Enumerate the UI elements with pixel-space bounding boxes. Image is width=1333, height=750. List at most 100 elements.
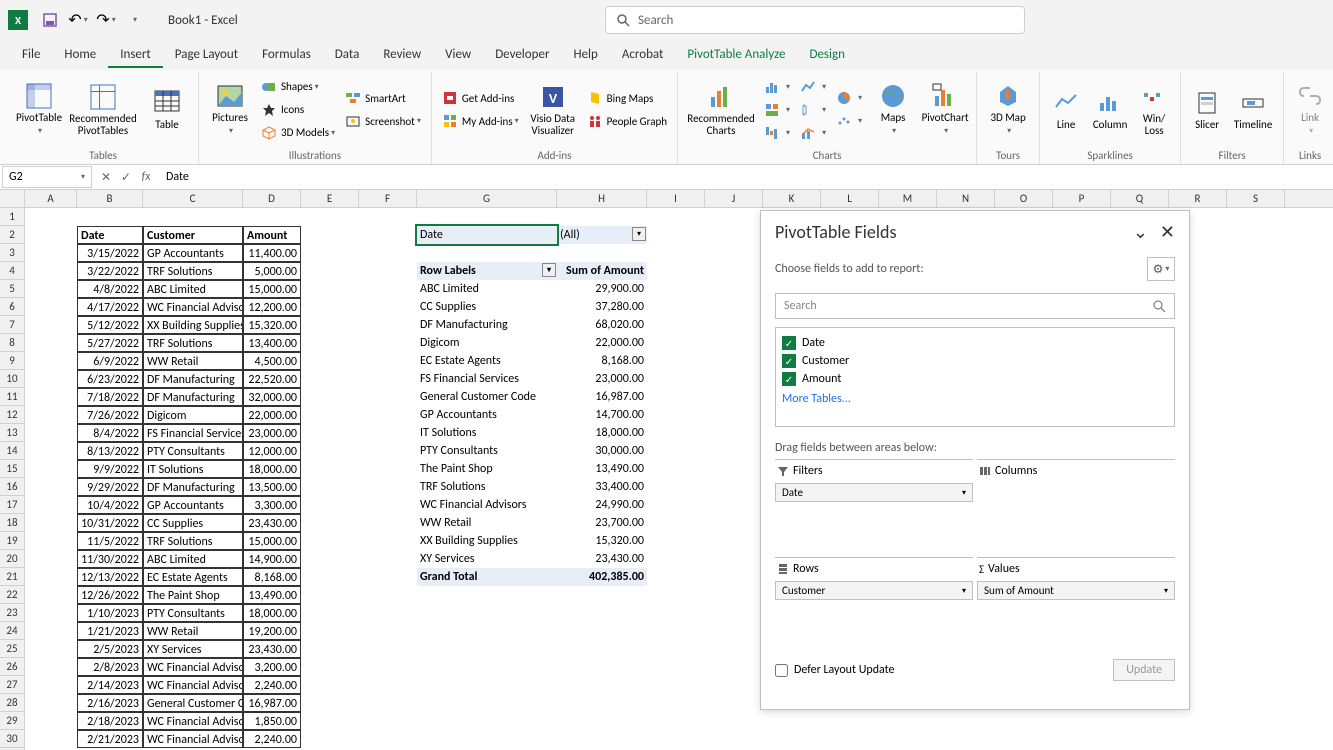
tab-help[interactable]: Help — [561, 43, 609, 68]
visio-button[interactable]: VVisio Data Visualizer — [525, 75, 581, 145]
cell-H11[interactable]: 16,987.00 — [557, 388, 647, 406]
row-header-12[interactable]: 12 — [0, 406, 24, 424]
cell-B3[interactable]: 3/15/2022 — [77, 244, 143, 262]
pane-search-input[interactable]: Search — [775, 293, 1175, 319]
cell-G16[interactable]: TRF Solutions — [417, 478, 557, 496]
cell-C2[interactable]: Customer — [143, 226, 243, 244]
cell-G6[interactable]: CC Supplies — [417, 298, 557, 316]
cell-C28[interactable]: General Customer Code — [143, 694, 243, 712]
tab-pivottable-analyze[interactable]: PivotTable Analyze — [675, 43, 797, 68]
redo-button[interactable]: ↷▾ — [94, 8, 118, 32]
cell-G17[interactable]: WC Financial Advisors — [417, 496, 557, 514]
cell-C15[interactable]: IT Solutions — [143, 460, 243, 478]
cell-H17[interactable]: 24,990.00 — [557, 496, 647, 514]
col-header-Q[interactable]: Q — [1111, 190, 1169, 207]
cell-G21[interactable]: Grand Total — [417, 568, 557, 586]
cell-G11[interactable]: General Customer Code — [417, 388, 557, 406]
cell-D6[interactable]: 12,200.00 — [243, 298, 301, 316]
values-zone-item[interactable]: Sum of Amount▾ — [977, 581, 1175, 600]
3d-map-button[interactable]: 3D Map▾ — [983, 75, 1033, 145]
tab-developer[interactable]: Developer — [483, 43, 561, 68]
cell-C14[interactable]: PTY Consultants — [143, 442, 243, 460]
smartart-button[interactable]: SmartArt — [341, 87, 425, 109]
pane-settings-button[interactable]: ⚙▾ — [1147, 257, 1175, 281]
cell-D7[interactable]: 15,320.00 — [243, 316, 301, 334]
cell-D21[interactable]: 8,168.00 — [243, 568, 301, 586]
field-date[interactable]: ✓Date — [782, 334, 1168, 352]
cell-H7[interactable]: 68,020.00 — [557, 316, 647, 334]
row-header-18[interactable]: 18 — [0, 514, 24, 532]
cell-G10[interactable]: FS Financial Services — [417, 370, 557, 388]
cell-G9[interactable]: EC Estate Agents — [417, 352, 557, 370]
cell-G14[interactable]: PTY Consultants — [417, 442, 557, 460]
sparkline-winloss-button[interactable]: Win/ Loss — [1134, 75, 1174, 145]
pivot-filter-dropdown[interactable]: ▾ — [632, 227, 646, 241]
screenshot-button[interactable]: Screenshot▾ — [341, 110, 425, 132]
cell-D9[interactable]: 4,500.00 — [243, 352, 301, 370]
cell-D5[interactable]: 15,000.00 — [243, 280, 301, 298]
undo-button[interactable]: ↶▾ — [66, 8, 90, 32]
row-header-7[interactable]: 7 — [0, 316, 24, 334]
qat-more-button[interactable]: ▾ — [122, 8, 146, 32]
cell-C29[interactable]: WC Financial Advisors — [143, 712, 243, 730]
cell-C21[interactable]: EC Estate Agents — [143, 568, 243, 586]
slicer-button[interactable]: Slicer — [1187, 75, 1227, 145]
column-chart-button[interactable]: ▾ — [760, 76, 794, 98]
cell-D11[interactable]: 32,000.00 — [243, 388, 301, 406]
row-header-13[interactable]: 13 — [0, 424, 24, 442]
cell-C6[interactable]: WC Financial Advisors — [143, 298, 243, 316]
select-all-corner[interactable] — [0, 190, 25, 208]
collapse-pane-icon[interactable]: ⌄ — [1133, 221, 1148, 243]
cell-H12[interactable]: 14,700.00 — [557, 406, 647, 424]
tab-file[interactable]: File — [10, 43, 52, 68]
waterfall-chart-button[interactable]: ▾ — [760, 122, 794, 144]
cell-B11[interactable]: 7/18/2022 — [77, 388, 143, 406]
tab-design[interactable]: Design — [797, 43, 856, 68]
cell-C23[interactable]: PTY Consultants — [143, 604, 243, 622]
cell-C8[interactable]: TRF Solutions — [143, 334, 243, 352]
row-header-19[interactable]: 19 — [0, 532, 24, 550]
cell-B9[interactable]: 6/9/2022 — [77, 352, 143, 370]
cell-G19[interactable]: XX Building Supplies — [417, 532, 557, 550]
icons-button[interactable]: Icons — [257, 99, 339, 121]
cell-C20[interactable]: ABC Limited — [143, 550, 243, 568]
maps-button[interactable]: Maps▾ — [868, 75, 918, 145]
cell-D10[interactable]: 22,520.00 — [243, 370, 301, 388]
cell-G4[interactable]: Row Labels▾ — [417, 262, 557, 280]
search-input[interactable]: Search — [605, 6, 1025, 34]
cell-B6[interactable]: 4/17/2022 — [77, 298, 143, 316]
cell-C11[interactable]: DF Manufacturing — [143, 388, 243, 406]
col-header-I[interactable]: I — [647, 190, 705, 207]
row-header-1[interactable]: 1 — [0, 208, 24, 226]
cell-B18[interactable]: 10/31/2022 — [77, 514, 143, 532]
cell-B23[interactable]: 1/10/2023 — [77, 604, 143, 622]
cell-B30[interactable]: 2/21/2023 — [77, 730, 143, 748]
cell-B25[interactable]: 2/5/2023 — [77, 640, 143, 658]
cell-C9[interactable]: WW Retail — [143, 352, 243, 370]
row-header-21[interactable]: 21 — [0, 568, 24, 586]
cell-D8[interactable]: 13,400.00 — [243, 334, 301, 352]
row-header-10[interactable]: 10 — [0, 370, 24, 388]
cell-C22[interactable]: The Paint Shop — [143, 586, 243, 604]
row-header-8[interactable]: 8 — [0, 334, 24, 352]
row-header-2[interactable]: 2 — [0, 226, 24, 244]
cell-H9[interactable]: 8,168.00 — [557, 352, 647, 370]
row-header-24[interactable]: 24 — [0, 622, 24, 640]
row-header-4[interactable]: 4 — [0, 262, 24, 280]
row-header-11[interactable]: 11 — [0, 388, 24, 406]
cell-C10[interactable]: DF Manufacturing — [143, 370, 243, 388]
cell-C3[interactable]: GP Accountants — [143, 244, 243, 262]
tab-formulas[interactable]: Formulas — [250, 43, 323, 68]
cell-C17[interactable]: GP Accountants — [143, 496, 243, 514]
cell-D4[interactable]: 5,000.00 — [243, 262, 301, 280]
cell-H5[interactable]: 29,900.00 — [557, 280, 647, 298]
cell-D16[interactable]: 13,500.00 — [243, 478, 301, 496]
cell-H16[interactable]: 33,400.00 — [557, 478, 647, 496]
pivot-rowlabels-dropdown[interactable]: ▾ — [542, 263, 556, 277]
col-header-F[interactable]: F — [359, 190, 417, 207]
statistic-chart-button[interactable]: ▾ — [796, 99, 830, 121]
row-header-30[interactable]: 30 — [0, 730, 24, 748]
shapes-button[interactable]: Shapes▾ — [257, 76, 339, 98]
cell-H20[interactable]: 23,430.00 — [557, 550, 647, 568]
rows-zone-item[interactable]: Customer▾ — [775, 581, 973, 600]
